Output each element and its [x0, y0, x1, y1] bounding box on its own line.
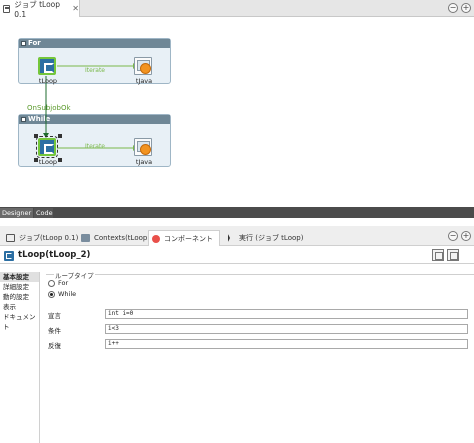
onsubjobok-label: OnSubjobOk: [27, 104, 71, 112]
radio-for-row[interactable]: For: [48, 279, 68, 287]
side-item-documentation[interactable]: ドキュメント: [0, 312, 39, 331]
grid-view-icon[interactable]: [432, 249, 444, 261]
tjava-while-component[interactable]: tJava: [134, 138, 154, 166]
declaration-input[interactable]: int i=0: [105, 309, 468, 319]
job-editor-tab[interactable]: ジョブ tLoop 0.1 ✕: [0, 0, 80, 19]
run-icon: [228, 234, 235, 242]
loop-icon[interactable]: [38, 57, 56, 75]
tab-job[interactable]: ジョブ(tLoop 0.1): [3, 230, 81, 246]
radio-for[interactable]: [48, 279, 55, 287]
radio-while-row[interactable]: While: [48, 290, 76, 298]
component-title-bar: tLoop(tLoop_2): [0, 247, 474, 264]
resize-handle[interactable]: [34, 134, 38, 138]
iteration-input[interactable]: i++: [105, 339, 468, 349]
job-tab-label: ジョブ tLoop 0.1: [14, 0, 61, 19]
tloop-for-component[interactable]: tLoop: [38, 57, 58, 85]
tloop-while-component[interactable]: tLoop: [36, 136, 58, 166]
tjava-for-label: tJava: [135, 77, 153, 85]
side-item-dynamic[interactable]: 動的設定: [0, 292, 39, 302]
iteration-row: 反復 i++: [48, 339, 470, 350]
resize-handle[interactable]: [34, 158, 38, 162]
tab-contexts-label: Contexts(tLoop): [94, 234, 151, 242]
minimize-icon[interactable]: −: [448, 231, 458, 241]
tloop-for-label: tLoop: [38, 77, 58, 85]
condition-input[interactable]: i<3: [105, 324, 468, 334]
side-item-view[interactable]: 表示: [0, 302, 39, 312]
condition-label: 条件: [48, 327, 61, 335]
basic-settings-panel: ループタイプ For While 宣言 int i=0 条件 i<3 反復 i+…: [40, 264, 474, 443]
settings-side-nav: 基本設定 詳細設定 動的設定 表示 ドキュメント: [0, 272, 40, 443]
tab-code[interactable]: Code: [34, 208, 53, 218]
tab-component-label: コンポーネント: [164, 234, 213, 243]
properties-tab-bar: ジョブ(tLoop 0.1) Contexts(tLoop) コンポーネント 実…: [0, 226, 474, 246]
tjava-for-component[interactable]: tJava: [134, 57, 154, 85]
job-icon: [6, 234, 15, 242]
tjava-while-label: tJava: [135, 158, 153, 166]
java-icon[interactable]: [134, 138, 152, 156]
condition-row: 条件 i<3: [48, 324, 470, 335]
list-view-icon[interactable]: [447, 249, 459, 261]
side-item-advanced[interactable]: 詳細設定: [0, 282, 39, 292]
close-icon[interactable]: ✕: [72, 4, 79, 13]
tab-run[interactable]: 実行 (ジョブ tLoop): [225, 230, 306, 246]
tab-job-label: ジョブ(tLoop 0.1): [19, 234, 79, 242]
iterate-label-for: Iterate: [85, 67, 106, 74]
declaration-label: 宣言: [48, 312, 61, 320]
links-layer: [43, 63, 137, 151]
radio-while[interactable]: [48, 290, 55, 298]
resize-handle[interactable]: [58, 158, 62, 162]
editor-tab-bar: ジョブ tLoop 0.1 ✕ − +: [0, 0, 474, 19]
tab-component[interactable]: コンポーネント: [148, 230, 220, 246]
designer-canvas[interactable]: For While Iterate Iterate OnSubjobOk tLo…: [0, 17, 474, 207]
radio-for-label: For: [58, 279, 69, 287]
iterate-label-while: Iterate: [85, 143, 106, 150]
component-icon: [152, 234, 160, 243]
contexts-icon: [81, 234, 90, 242]
view-tab-bar: Designer Code: [0, 207, 474, 218]
tab-contexts[interactable]: Contexts(tLoop): [78, 230, 153, 246]
resize-handle[interactable]: [58, 134, 62, 138]
maximize-icon[interactable]: +: [461, 231, 471, 241]
maximize-icon[interactable]: +: [461, 3, 471, 13]
side-item-basic[interactable]: 基本設定: [0, 272, 39, 282]
loop-icon: [4, 251, 14, 261]
job-icon: [3, 4, 11, 13]
minimize-icon[interactable]: −: [448, 3, 458, 13]
java-icon[interactable]: [134, 57, 152, 75]
declaration-row: 宣言 int i=0: [48, 309, 470, 320]
loop-icon[interactable]: [36, 136, 58, 158]
radio-while-label: While: [58, 290, 77, 298]
loop-type-group: ループタイプ For While: [46, 270, 474, 301]
tab-run-label: 実行 (ジョブ tLoop): [239, 234, 304, 242]
component-title: tLoop(tLoop_2): [18, 250, 91, 260]
tab-designer[interactable]: Designer: [0, 208, 33, 218]
iteration-label: 反復: [48, 342, 61, 350]
